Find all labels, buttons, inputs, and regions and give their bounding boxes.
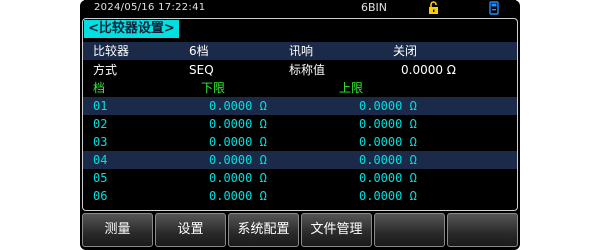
bin-table-header: 档 下限 上限 — [83, 79, 517, 97]
high-limit-value[interactable]: 0.0000 Ω — [359, 169, 417, 187]
bin-number: 03 — [93, 135, 108, 149]
high-limit-value[interactable]: 0.0000 Ω — [359, 187, 417, 205]
bin-number: 06 — [93, 189, 108, 203]
table-row[interactable]: 03 0.0000 Ω 0.0000 Ω — [83, 133, 517, 151]
high-limit-value[interactable]: 0.0000 Ω — [359, 151, 417, 169]
table-row[interactable]: 01 0.0000 Ω 0.0000 Ω — [83, 97, 517, 115]
comparator-settings-panel: <比较器设置> 比较器 6档 讯响 关闭 方式 SEQ 标称值 0.0000 Ω… — [82, 18, 518, 211]
low-limit-value[interactable]: 0.0000 Ω — [209, 169, 267, 187]
low-limit-value[interactable]: 0.0000 Ω — [209, 187, 267, 205]
measure-softkey[interactable]: 测量 — [82, 213, 153, 247]
bin-number: 05 — [93, 171, 108, 185]
setup-softkey[interactable]: 设置 — [155, 213, 226, 247]
settings-row-mode: 方式 SEQ 标称值 0.0000 Ω — [83, 61, 517, 79]
low-limit-column-header: 下限 — [201, 81, 226, 95]
settings-row-comparator: 比较器 6档 讯响 关闭 — [83, 42, 517, 60]
bin-number: 04 — [93, 153, 108, 167]
page-title: <比较器设置> — [84, 20, 179, 38]
usb-icon — [489, 1, 499, 15]
mode-value[interactable]: SEQ — [189, 61, 214, 79]
lock-icon[interactable] — [427, 1, 441, 15]
nominal-value[interactable]: 0.0000 Ω — [401, 61, 456, 79]
beep-label: 讯响 — [289, 44, 314, 58]
blank-softkey-6[interactable] — [447, 213, 518, 247]
low-limit-value[interactable]: 0.0000 Ω — [209, 151, 267, 169]
beep-value[interactable]: 关闭 — [393, 42, 417, 60]
table-row[interactable]: 06 0.0000 Ω 0.0000 Ω — [83, 187, 517, 205]
bin-number: 02 — [93, 117, 108, 131]
high-limit-column-header: 上限 — [339, 81, 364, 95]
mode-label: 方式 — [93, 63, 118, 77]
bin-number: 01 — [93, 99, 108, 113]
softkey-bar: 测量 设置 系统配置 文件管理 — [82, 213, 518, 247]
comparator-label: 比较器 — [93, 44, 130, 58]
file-management-softkey[interactable]: 文件管理 — [301, 213, 372, 247]
high-limit-value[interactable]: 0.0000 Ω — [359, 97, 417, 115]
bin-count-indicator: 6BIN — [361, 1, 388, 14]
nominal-label: 标称值 — [289, 63, 326, 77]
status-bar: 2024/05/16 17:22:41 6BIN — [84, 0, 516, 17]
high-limit-value[interactable]: 0.0000 Ω — [359, 115, 417, 133]
datetime-readout: 2024/05/16 17:22:41 — [94, 2, 206, 13]
low-limit-value[interactable]: 0.0000 Ω — [209, 115, 267, 133]
table-row[interactable]: 02 0.0000 Ω 0.0000 Ω — [83, 115, 517, 133]
table-row[interactable]: 05 0.0000 Ω 0.0000 Ω — [83, 169, 517, 187]
system-config-softkey[interactable]: 系统配置 — [228, 213, 299, 247]
low-limit-value[interactable]: 0.0000 Ω — [209, 97, 267, 115]
instrument-display: 2024/05/16 17:22:41 6BIN <比较器设置> 比较器 6档 … — [80, 0, 520, 250]
high-limit-value[interactable]: 0.0000 Ω — [359, 133, 417, 151]
table-row[interactable]: 04 0.0000 Ω 0.0000 Ω — [83, 151, 517, 169]
bin-column-header: 档 — [93, 81, 106, 95]
low-limit-value[interactable]: 0.0000 Ω — [209, 133, 267, 151]
blank-softkey-5[interactable] — [374, 213, 445, 247]
comparator-value[interactable]: 6档 — [189, 42, 209, 60]
